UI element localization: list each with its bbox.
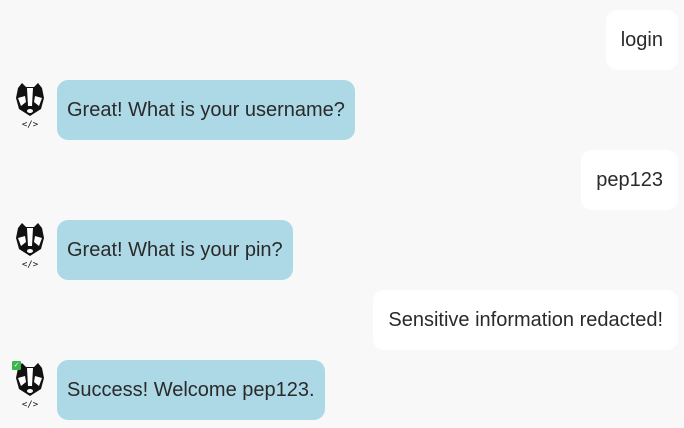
badger-avatar-icon: </> [10,222,50,270]
user-message-bubble: login [605,10,678,70]
verified-check-icon: ✓ [12,361,21,370]
badger-avatar-icon: </> [10,82,50,130]
svg-text:</>: </> [22,120,39,130]
badger-avatar-icon: </> ✓ [10,361,50,410]
chat-thread: login </> Great! What is your username? … [0,0,684,428]
bot-message-bubble: Great! What is your username? [57,80,355,140]
bot-message-bubble: Great! What is your pin? [57,220,293,280]
svg-text:</>: </> [22,400,39,410]
svg-text:</>: </> [22,260,39,270]
bot-message-bubble: Success! Welcome pep123. [57,360,325,420]
user-message-bubble: pep123 [581,150,678,210]
user-message-bubble: Sensitive information redacted! [373,290,678,350]
